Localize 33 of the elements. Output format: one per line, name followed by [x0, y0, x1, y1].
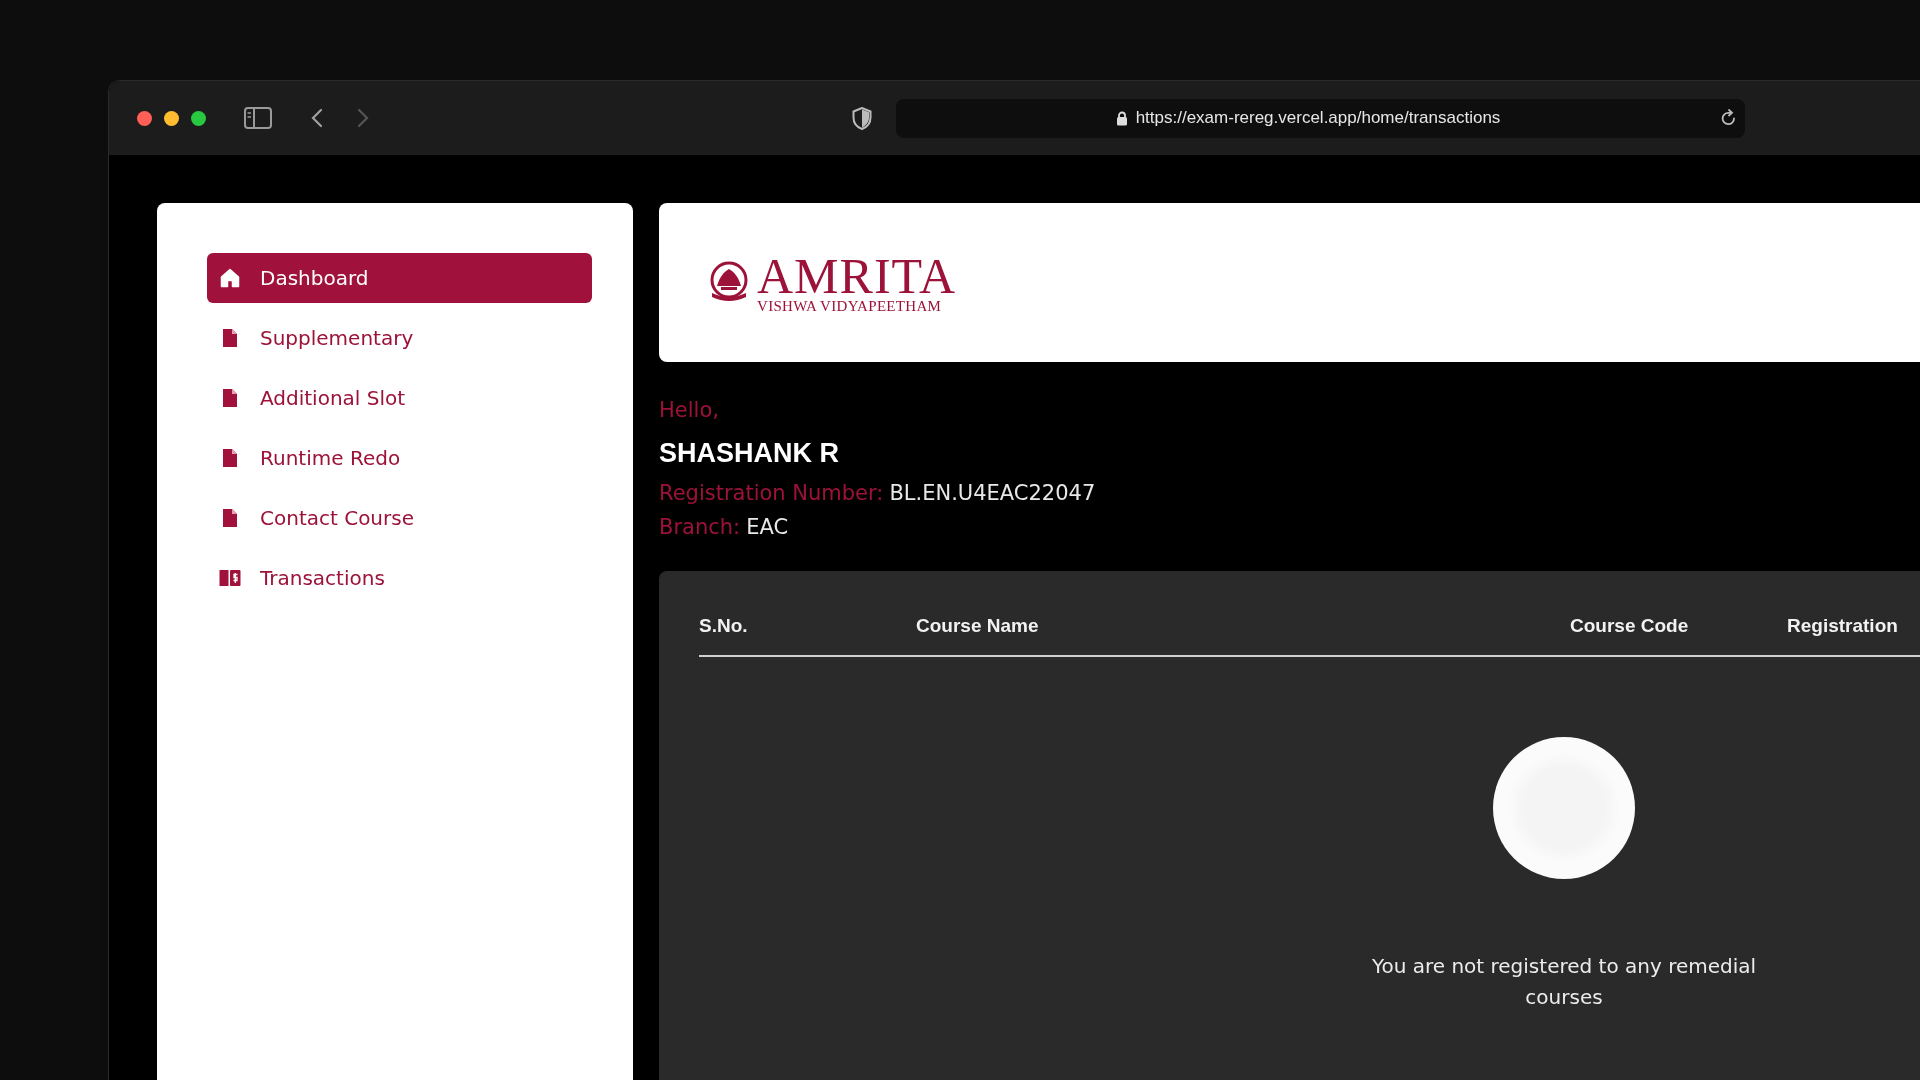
ledger-icon — [219, 569, 241, 587]
nav-item[interactable]: Additional Slot — [207, 373, 592, 423]
minimize-window-button[interactable] — [164, 110, 179, 126]
field-value: EAC — [746, 515, 789, 539]
document-icon — [222, 448, 238, 468]
logo-subtitle: VISHWA VIDYAPEETHAM — [757, 299, 943, 314]
maximize-window-button[interactable] — [191, 110, 206, 126]
greeting-text: Hello, — [659, 398, 720, 422]
shield-icon[interactable] — [852, 106, 872, 130]
document-icon — [222, 328, 238, 348]
nav-item[interactable]: Runtime Redo — [207, 433, 592, 483]
document-icon — [222, 388, 238, 408]
field-label: Registration Number: — [659, 481, 884, 505]
document-icon — [222, 508, 238, 528]
close-window-button[interactable] — [137, 110, 152, 126]
lock-icon — [1115, 110, 1128, 126]
home-icon — [220, 268, 240, 288]
column-header: Course Code — [1570, 615, 1690, 637]
column-header: Course Name — [916, 615, 1040, 637]
nav-item[interactable]: Contact Course — [207, 493, 592, 543]
nav-item[interactable]: Transactions — [207, 553, 592, 603]
nav-item[interactable]: Dashboard — [207, 253, 592, 303]
nav-item[interactable]: Supplementary — [207, 313, 592, 363]
field-value: BL.EN.U4EAC22047 — [889, 481, 1096, 505]
column-header: Registration — [1787, 615, 1899, 637]
student-name: SHASHANK R — [659, 438, 840, 469]
empty-message: You are not registered to any remedial courses — [1370, 953, 1758, 1011]
logo-title: AMRITA — [757, 251, 957, 301]
sidebar-toggle-icon[interactable] — [244, 107, 272, 129]
field-label: Branch: — [659, 515, 741, 539]
back-icon[interactable] — [311, 108, 323, 128]
reload-icon[interactable] — [1720, 109, 1737, 127]
column-header: S.No. — [699, 615, 749, 637]
